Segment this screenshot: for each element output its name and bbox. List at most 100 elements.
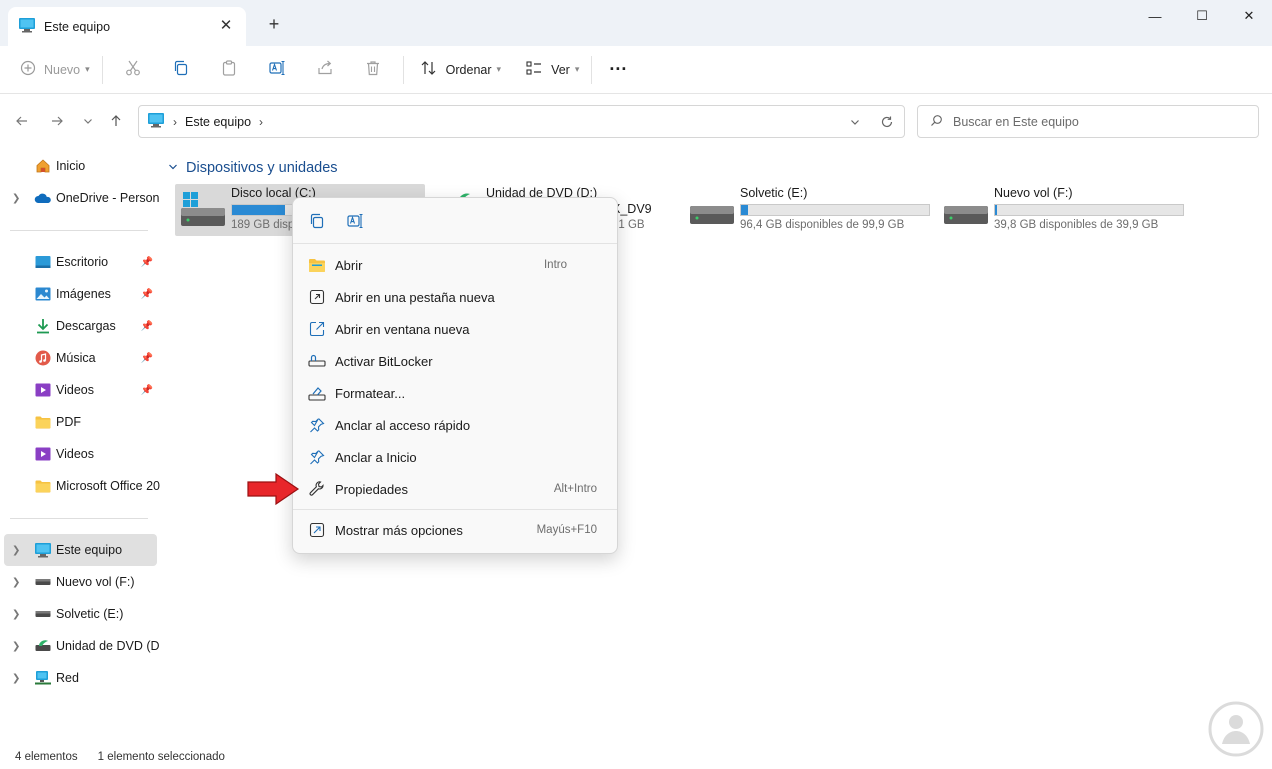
- close-window-button[interactable]: ✕: [1226, 0, 1272, 32]
- sidebar-item-label: Red: [56, 671, 79, 685]
- drive-item-e[interactable]: Solvetic (E:) 96,4 GB disponibles de 99,…: [684, 184, 934, 236]
- toolbar-divider: [101, 55, 103, 84]
- share-button[interactable]: [301, 54, 349, 86]
- status-bar: 4 elementos 1 elemento seleccionado: [0, 745, 1272, 769]
- watermark-logo-icon: [1207, 700, 1265, 758]
- up-arrow-icon[interactable]: [104, 109, 128, 133]
- menu-item-mostrar-mas-opciones[interactable]: Mostrar más opciones Mayús+F10: [297, 515, 613, 545]
- menu-item-label: Mostrar más opciones: [335, 522, 463, 538]
- menu-item-abrir[interactable]: Abrir Intro: [297, 250, 613, 280]
- minimize-button[interactable]: —: [1132, 0, 1178, 32]
- menu-item-label: Propiedades: [335, 481, 408, 497]
- breadcrumb-este-equipo[interactable]: Este equipo: [185, 115, 251, 129]
- cut-button[interactable]: [109, 54, 157, 86]
- chevron-right-icon[interactable]: ❯: [12, 673, 20, 684]
- sidebar-item-escritorio[interactable]: Escritorio 📌: [4, 246, 157, 278]
- context-menu: Abrir Intro Abrir en una pestaña nueva A…: [292, 197, 618, 554]
- chevron-right-icon[interactable]: ❯: [12, 545, 20, 556]
- wrench-icon: [307, 479, 327, 499]
- chevron-right-icon[interactable]: ❯: [12, 193, 20, 204]
- search-box[interactable]: [917, 105, 1259, 138]
- drive-item-f[interactable]: Nuevo vol (F:) 39,8 GB disponibles de 39…: [938, 184, 1188, 236]
- chevron-right-icon[interactable]: ❯: [12, 609, 20, 620]
- context-rename-button[interactable]: [341, 208, 369, 236]
- new-tab-button[interactable]: +: [262, 12, 286, 36]
- menu-item-propiedades[interactable]: Propiedades Alt+Intro: [297, 474, 613, 504]
- sidebar-item-onedrive[interactable]: ❯ OneDrive - Persona: [4, 182, 160, 214]
- new-button[interactable]: Nuevo ▾: [14, 54, 96, 86]
- red-arrow-icon: [246, 472, 300, 506]
- tab-este-equipo[interactable]: Este equipo ✕: [8, 7, 246, 46]
- new-window-icon: [307, 319, 327, 339]
- bitlocker-icon: [307, 351, 327, 371]
- refresh-icon[interactable]: [877, 112, 897, 132]
- sidebar-item-este-equipo[interactable]: ❯ Este equipo: [4, 534, 157, 566]
- context-menu-quick-actions: [293, 198, 617, 244]
- maximize-button[interactable]: ☐: [1179, 0, 1225, 32]
- sidebar-item-descargas[interactable]: Descargas 📌: [4, 310, 157, 342]
- selection-count: 1 elemento seleccionado: [97, 751, 225, 763]
- pin-icon[interactable]: 📌: [141, 385, 153, 396]
- copy-button[interactable]: [157, 54, 205, 86]
- sidebar-item-red[interactable]: ❯ Red: [4, 662, 157, 694]
- chevron-right-icon[interactable]: ❯: [12, 641, 20, 652]
- sidebar-item-label: Videos: [56, 447, 94, 461]
- dvd-icon: [34, 637, 52, 655]
- more-button[interactable]: ···: [598, 54, 638, 86]
- address-dropdown-icon[interactable]: [845, 112, 865, 132]
- sidebar-item-solvetic[interactable]: ❯ Solvetic (E:): [4, 598, 157, 630]
- network-icon: [34, 669, 52, 687]
- pin-icon[interactable]: 📌: [141, 289, 153, 300]
- sidebar-item-label: Microsoft Office 20: [56, 479, 160, 493]
- sidebar-item-pdf[interactable]: PDF: [4, 406, 157, 438]
- onedrive-icon: [34, 189, 52, 207]
- breadcrumb-separator[interactable]: ›: [259, 115, 263, 129]
- drive-icon: [34, 573, 52, 591]
- back-arrow-icon[interactable]: [10, 109, 34, 133]
- menu-item-abrir-ventana[interactable]: Abrir en ventana nueva: [297, 314, 613, 344]
- context-copy-button[interactable]: [303, 208, 331, 236]
- menu-item-anclar-inicio[interactable]: Anclar a Inicio: [297, 442, 613, 472]
- chevron-right-icon[interactable]: ❯: [12, 577, 20, 588]
- menu-item-shortcut: Intro: [543, 259, 567, 271]
- sidebar-item-label: Unidad de DVD (D:): [56, 639, 160, 653]
- sidebar-item-imagenes[interactable]: Imágenes 📌: [4, 278, 157, 310]
- menu-item-bitlocker[interactable]: Activar BitLocker: [297, 346, 613, 376]
- sidebar-divider: [10, 518, 148, 519]
- address-bar[interactable]: › Este equipo ›: [138, 105, 905, 138]
- search-icon: [930, 114, 943, 130]
- menu-item-shortcut: Mayús+F10: [536, 524, 597, 536]
- sidebar-item-musica[interactable]: Música 📌: [4, 342, 157, 374]
- drive-icon: [690, 190, 734, 230]
- pin-icon[interactable]: 📌: [141, 353, 153, 364]
- paste-button[interactable]: [205, 54, 253, 86]
- videos-icon: [34, 445, 52, 463]
- delete-button[interactable]: [349, 54, 397, 86]
- chevron-down-icon: ▾: [85, 64, 90, 74]
- sidebar-item-videos-2[interactable]: Videos: [4, 438, 157, 470]
- rename-button[interactable]: [253, 54, 301, 86]
- sidebar-item-dvd[interactable]: ❯ Unidad de DVD (D:): [4, 630, 160, 662]
- group-header-devices[interactable]: Dispositivos y unidades: [168, 160, 338, 176]
- sidebar-item-microsoft-office[interactable]: Microsoft Office 20: [4, 470, 160, 502]
- search-input[interactable]: [953, 114, 1243, 129]
- paste-icon: [220, 59, 238, 80]
- recent-locations-icon[interactable]: [76, 109, 100, 133]
- command-bar: Nuevo ▾ Ordenar ▾ Ver ▾ ···: [0, 46, 1272, 94]
- sidebar-item-nuevo-vol[interactable]: ❯ Nuevo vol (F:): [4, 566, 157, 598]
- pin-icon[interactable]: 📌: [141, 257, 153, 268]
- sort-button[interactable]: Ordenar ▾: [414, 54, 507, 86]
- close-tab-icon[interactable]: ✕: [216, 15, 236, 35]
- downloads-icon: [34, 317, 52, 335]
- menu-item-abrir-pestana[interactable]: Abrir en una pestaña nueva: [297, 282, 613, 312]
- sidebar-item-inicio[interactable]: Inicio: [4, 150, 157, 182]
- sidebar-item-label: Este equipo: [56, 543, 123, 557]
- forward-arrow-icon[interactable]: [45, 109, 69, 133]
- pin-icon[interactable]: 📌: [141, 321, 153, 332]
- menu-item-formatear[interactable]: Formatear...: [297, 378, 613, 408]
- sidebar-item-videos[interactable]: Videos 📌: [4, 374, 157, 406]
- menu-item-anclar-acceso-rapido[interactable]: Anclar al acceso rápido: [297, 410, 613, 440]
- folder-icon: [34, 477, 52, 495]
- view-button[interactable]: Ver ▾: [519, 54, 585, 86]
- format-icon: [307, 383, 327, 403]
